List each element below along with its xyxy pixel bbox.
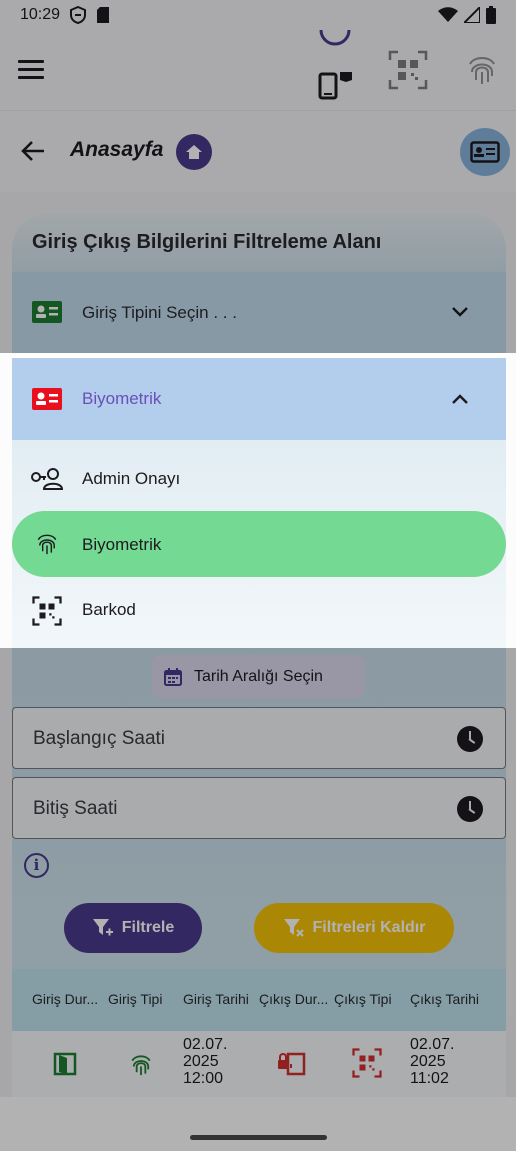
dropdown-selected-label: Biyometrik [82,389,162,408]
dropdown-edge [0,353,12,648]
dropdown-item-admin-approval[interactable]: Admin Onayı [82,469,180,489]
dropdown-edge [506,353,516,648]
chevron-up-icon[interactable] [451,393,469,405]
dropdown-item-biometric[interactable]: Biyometrik [82,535,161,555]
scrim[interactable] [0,0,516,353]
dropdown-item-barcode[interactable]: Barkod [82,600,136,620]
admin-approval-icon [31,468,64,490]
fingerprint-icon [37,534,57,555]
red-id-card-icon [32,388,62,410]
scrim[interactable] [0,648,516,1151]
barcode-icon [32,596,62,626]
